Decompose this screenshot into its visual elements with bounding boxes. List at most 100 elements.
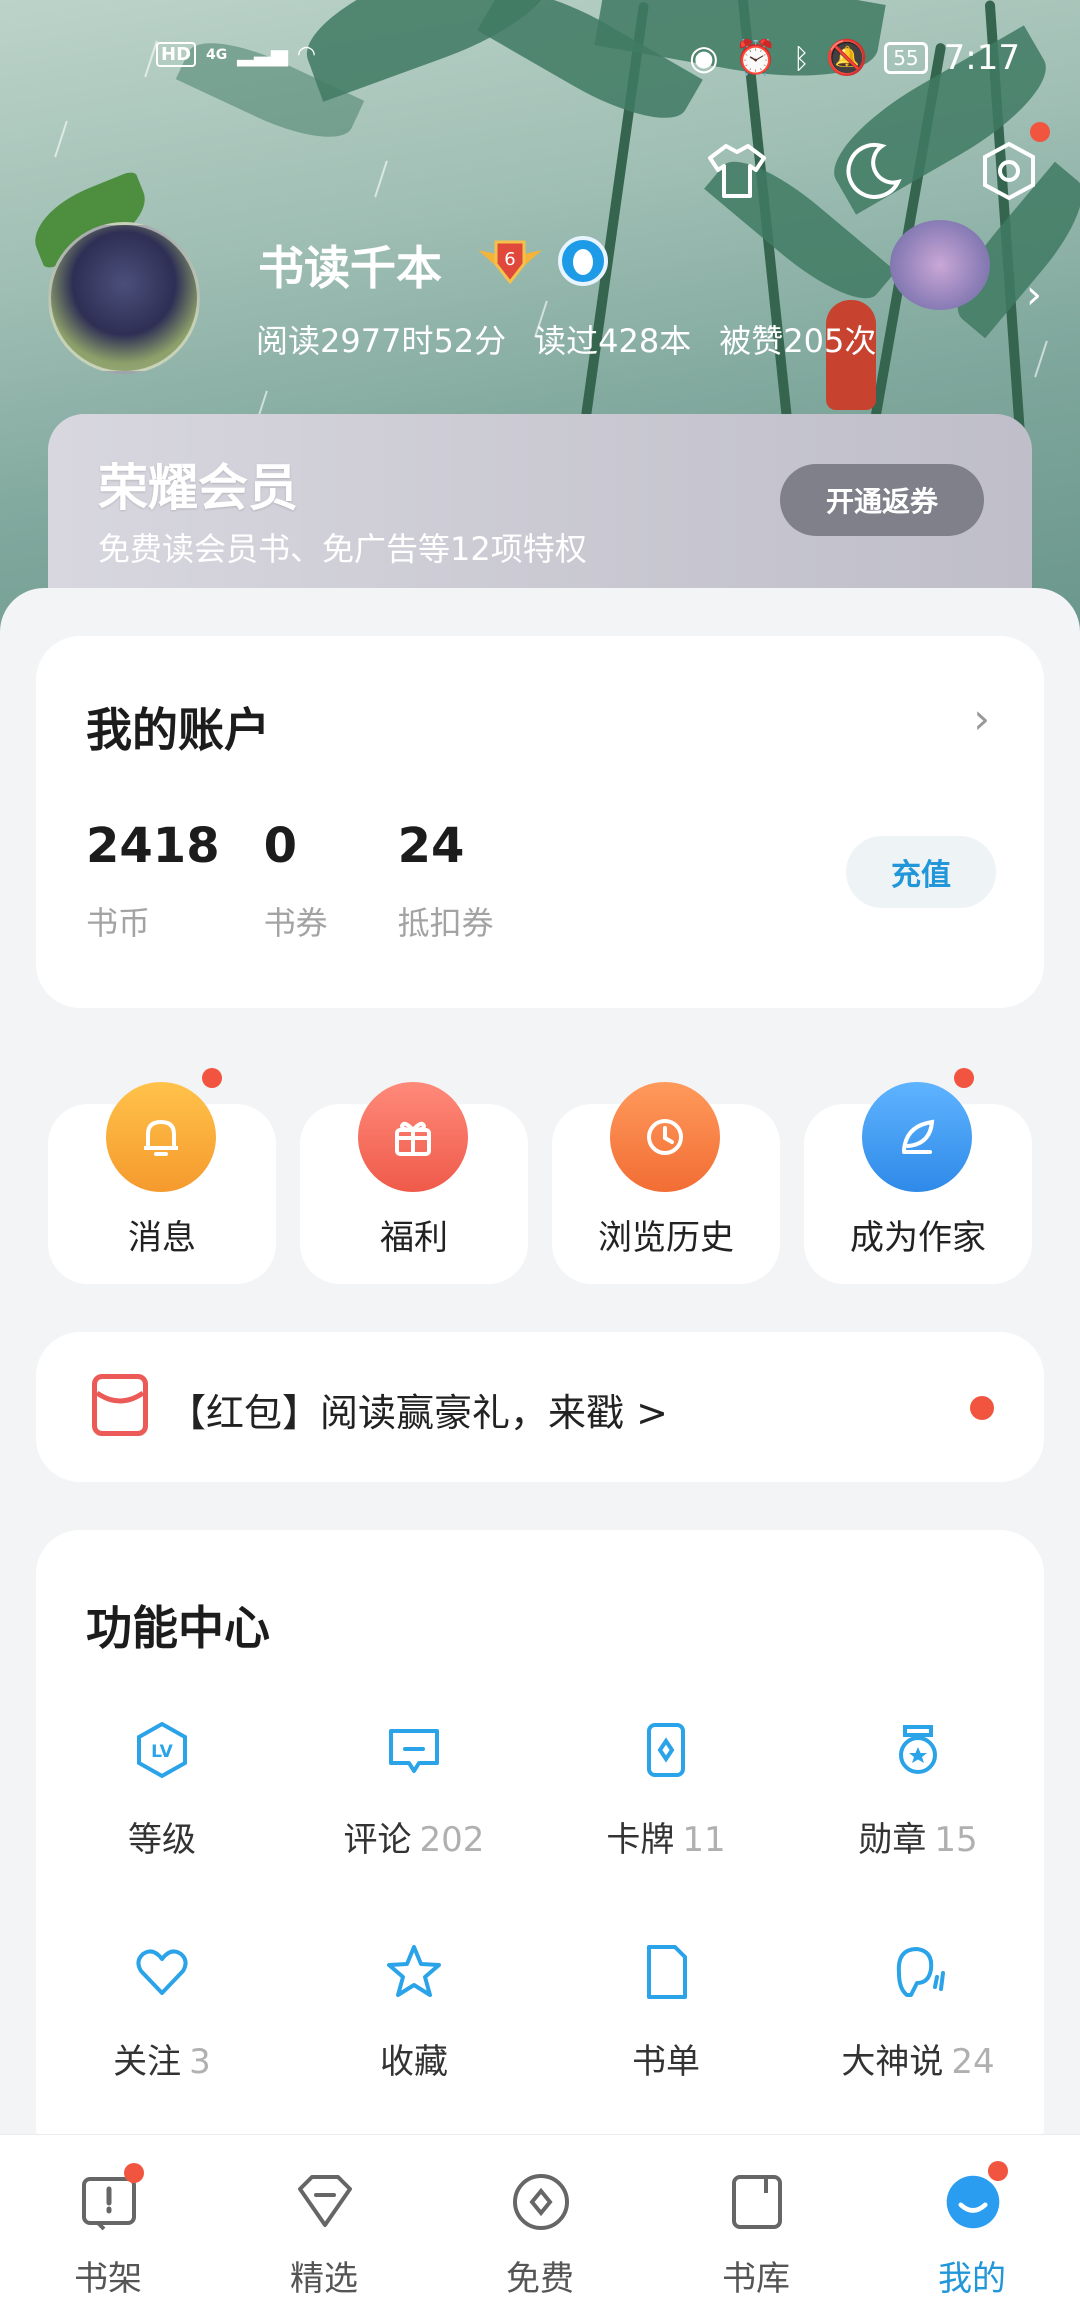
function-center-card: 功能中心 LV 等级 评论 202 卡牌 11 勋章 15 关注 3 收藏 书单… (36, 1530, 1044, 2170)
feature-comments[interactable]: 评论 202 (288, 1720, 540, 1870)
library-icon (726, 2171, 788, 2233)
quick-action-label: 福利 (380, 1218, 448, 1258)
balance-vouchers[interactable]: 0 书券 (264, 818, 328, 944)
account-balances: 2418 书币 0 书券 24 抵扣券 (86, 818, 538, 944)
quick-action-welfare[interactable]: 福利 (300, 1082, 528, 1284)
me-notification-dot (988, 2161, 1008, 2181)
network-type: 4G (206, 46, 228, 63)
clock-icon (610, 1082, 720, 1192)
feature-booklist[interactable]: 书单 (540, 1942, 792, 2092)
signal-icon: ▂▃▅ (237, 42, 289, 67)
feature-label: 大神说 24 (841, 2042, 995, 2082)
feature-label: 卡牌 11 (606, 1820, 726, 1860)
settings-button[interactable] (974, 122, 1050, 206)
feature-label: 评论 202 (343, 1820, 485, 1860)
vip-membership-card[interactable]: 荣耀会员 免费读会员书、免广告等12项特权 开通返券 (48, 414, 1032, 614)
star-icon (384, 1942, 444, 2002)
status-bar-network: HD 4G ▂▃▅ ◠ (156, 42, 315, 67)
feature-count: 11 (682, 1820, 726, 1860)
feature-count: 15 (934, 1820, 978, 1860)
diamond-icon (294, 2171, 356, 2233)
user-name[interactable]: 书读千本 (258, 232, 442, 298)
balance-coins[interactable]: 2418 书币 (86, 818, 220, 944)
nav-me[interactable]: 我的 (864, 2135, 1080, 2310)
quick-action-messages[interactable]: 消息 (48, 1068, 276, 1284)
promo-text: 【红包】阅读赢豪礼，来戳 > (168, 1391, 668, 1435)
feature-label: 等级 (128, 1820, 196, 1860)
battery-icon: 55 (884, 42, 928, 74)
night-mode-button[interactable] (838, 136, 908, 206)
feature-level[interactable]: LV 等级 (36, 1720, 288, 1870)
user-reading-stats: 阅读2977时52分 读过428本 被赞205次 (256, 316, 876, 362)
avatar[interactable] (48, 222, 200, 374)
status-bar: HD 4G ▂▃▅ ◠ ◉ ⏰ ᛒ 🔕 55 7:17 (0, 38, 1080, 82)
balance-vouchers-value: 0 (263, 818, 297, 874)
feature-medals[interactable]: 勋章 15 (792, 1720, 1044, 1870)
feature-label: 收藏 (380, 2042, 448, 2082)
nav-free[interactable]: 免费 (432, 2135, 648, 2310)
account-chevron-right-icon[interactable]: › (973, 694, 990, 743)
settings-notification-dot (1030, 122, 1050, 142)
card-icon (636, 1720, 696, 1780)
comment-icon (384, 1720, 444, 1780)
likes-received: 被赞205次 (719, 322, 877, 360)
shirt-icon (708, 144, 766, 198)
level-badge-number: 6 (504, 249, 515, 270)
quick-action-label: 浏览历史 (598, 1218, 734, 1258)
balance-coins-label: 书币 (86, 904, 151, 942)
settings-hexagon-icon (983, 141, 1035, 201)
nav-label: 书库 (722, 2259, 790, 2299)
dress-up-button[interactable] (702, 136, 772, 206)
wifi-icon: ◠ (298, 42, 315, 67)
feather-icon (862, 1082, 972, 1192)
medal-icon (888, 1720, 948, 1780)
mute-icon: 🔕 (825, 38, 869, 78)
gift-icon (358, 1082, 468, 1192)
balance-coupons-value: 24 (397, 818, 465, 874)
reading-time: 阅读2977时52分 (256, 322, 507, 360)
svg-text:LV: LV (151, 1742, 173, 1762)
heart-icon (132, 1942, 192, 2002)
open-vip-button[interactable]: 开通返券 (780, 464, 984, 536)
clock-time: 7:17 (943, 38, 1020, 78)
level-icon: LV (132, 1720, 192, 1780)
nav-featured[interactable]: 精选 (216, 2135, 432, 2310)
vip-title: 荣耀会员 (98, 459, 298, 517)
bookshelf-notification-dot (124, 2163, 144, 2183)
balance-coupons[interactable]: 24 抵扣券 (398, 818, 494, 944)
promo-notification-dot (970, 1396, 994, 1420)
nav-library[interactable]: 书库 (648, 2135, 864, 2310)
balance-coins-value: 2418 (86, 818, 220, 874)
quick-action-become-writer[interactable]: 成为作家 (804, 1068, 1032, 1284)
hd-icon: HD (156, 42, 197, 67)
quick-action-label: 成为作家 (850, 1218, 986, 1258)
nav-bookshelf[interactable]: 书架 (0, 2135, 216, 2310)
bluetooth-icon: ᛒ (793, 41, 810, 75)
header-actions (702, 122, 1050, 206)
feature-master-talk[interactable]: 大神说 24 (792, 1942, 1044, 2092)
avatar-container[interactable] (23, 169, 202, 382)
balance-coupons-label: 抵扣券 (397, 904, 494, 942)
quick-action-label: 消息 (128, 1218, 196, 1258)
feature-count: 3 (189, 2042, 211, 2082)
eye-icon: ◉ (689, 38, 719, 78)
bell-icon (106, 1082, 216, 1192)
profile-chevron-right-icon[interactable]: › (1026, 272, 1042, 318)
feature-label: 关注 3 (113, 2042, 211, 2082)
red-envelope-icon (92, 1374, 148, 1436)
feature-favorites[interactable]: 收藏 (288, 1942, 540, 2092)
function-center-title: 功能中心 (86, 1601, 270, 1655)
red-envelope-promo-banner[interactable]: 【红包】阅读赢豪礼，来戳 > (36, 1332, 1044, 1482)
speaker-icon (888, 1942, 948, 2002)
account-card[interactable]: 我的账户 › 2418 书币 0 书券 24 抵扣券 充值 (36, 636, 1044, 1008)
qq-vip-badge[interactable] (558, 236, 608, 286)
balance-vouchers-label: 书券 (263, 904, 328, 942)
penguin-icon (573, 249, 593, 275)
recharge-button[interactable]: 充值 (846, 836, 996, 908)
messages-notification-dot (202, 1068, 222, 1088)
level-badge[interactable]: 6 (476, 236, 544, 285)
quick-action-history[interactable]: 浏览历史 (552, 1082, 780, 1284)
feature-cards[interactable]: 卡牌 11 (540, 1720, 792, 1870)
winged-shield-icon: 6 (478, 240, 542, 285)
feature-following[interactable]: 关注 3 (36, 1942, 288, 2092)
